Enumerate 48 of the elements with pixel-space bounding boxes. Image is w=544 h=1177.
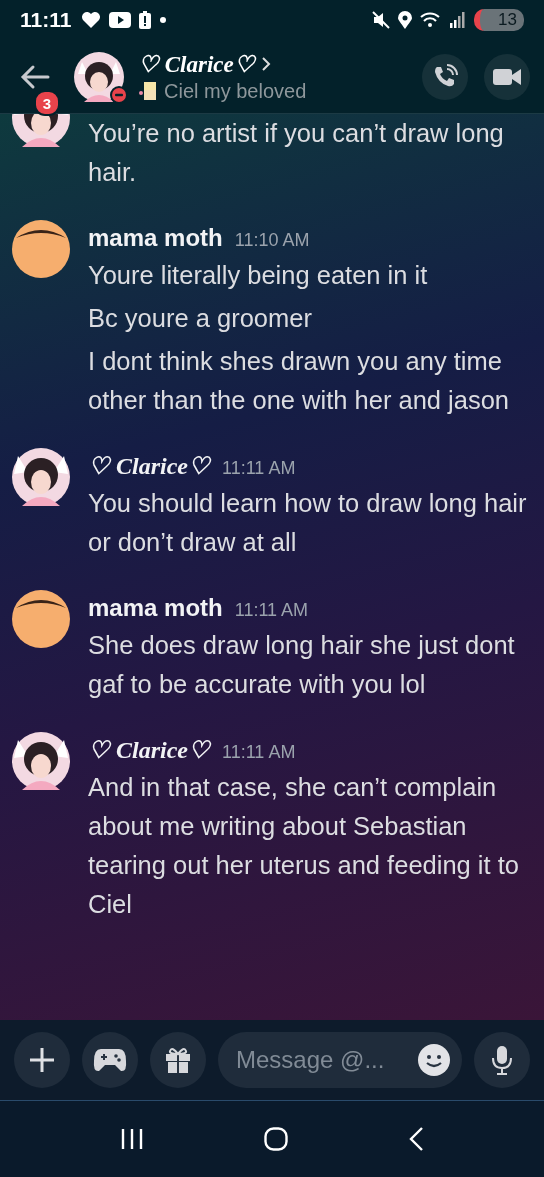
author-name[interactable]: mama moth: [88, 224, 223, 252]
recent-apps-icon[interactable]: [120, 1128, 144, 1150]
microphone-button[interactable]: [474, 1032, 530, 1088]
mute-icon: [372, 11, 391, 29]
message-text: You’re no artist if you can’t draw long hair.: [88, 118, 505, 188]
back-button[interactable]: [20, 63, 50, 90]
avatar: [12, 590, 70, 648]
home-icon[interactable]: [264, 1127, 288, 1151]
do-not-disturb-icon: [110, 85, 128, 104]
emoji-icon[interactable]: [418, 1044, 450, 1076]
gift-button[interactable]: [150, 1032, 206, 1088]
message-text: She does draw long hair she just dont gaf to be accurate with you lol: [88, 630, 516, 700]
unread-badge: 3: [34, 90, 60, 116]
message-text: You should learn how to draw long hair or don’t draw at all: [88, 488, 528, 558]
chevron-icon: [260, 56, 271, 72]
author-name[interactable]: mama moth: [88, 594, 223, 622]
gift-icon: [164, 1046, 192, 1074]
clock: 11:11: [20, 8, 72, 32]
add-button[interactable]: [14, 1032, 70, 1088]
timestamp: 11:10 AM: [234, 230, 310, 251]
author-name[interactable]: ♡ Clarice♡: [88, 452, 210, 480]
battery-alert-icon: [139, 11, 152, 29]
voice-call-button[interactable]: [422, 53, 468, 100]
heart-icon: [81, 11, 102, 29]
timestamp: 11:11 AM: [222, 458, 296, 479]
avatar: [12, 220, 70, 278]
video-camera-icon: [493, 66, 521, 87]
microphone-icon: [491, 1045, 513, 1075]
battery-level: 13: [474, 9, 524, 31]
video-call-button[interactable]: [484, 53, 530, 100]
message-text: I dont think shes drawn you any time other than the one with her and jason: [88, 346, 511, 416]
message-field[interactable]: Message @...: [218, 1032, 462, 1088]
contact-name[interactable]: ♡ Clarice♡: [138, 50, 255, 78]
gamepad-icon: [93, 1047, 127, 1073]
custom-status: Ciel my beloved: [164, 79, 307, 103]
signal-icon: [450, 12, 467, 28]
timestamp: 11:11 AM: [222, 742, 296, 763]
back-icon[interactable]: [408, 1126, 424, 1152]
message-text: Bc youre a groomer: [88, 303, 313, 334]
plus-icon: [28, 1046, 56, 1074]
games-button[interactable]: [82, 1032, 138, 1088]
dot-icon: [159, 16, 168, 24]
message-text: And in that case, she can’t complain about me writing about Sebastian tearing out her uterus and feeding it to Ciel: [88, 772, 520, 920]
timestamp: 11:11 AM: [234, 600, 309, 621]
author-name[interactable]: ♡ Clarice♡: [88, 736, 210, 764]
play-icon: [109, 12, 132, 28]
location-icon: [398, 11, 413, 29]
message-text: Youre literally being eaten in it: [88, 260, 429, 291]
